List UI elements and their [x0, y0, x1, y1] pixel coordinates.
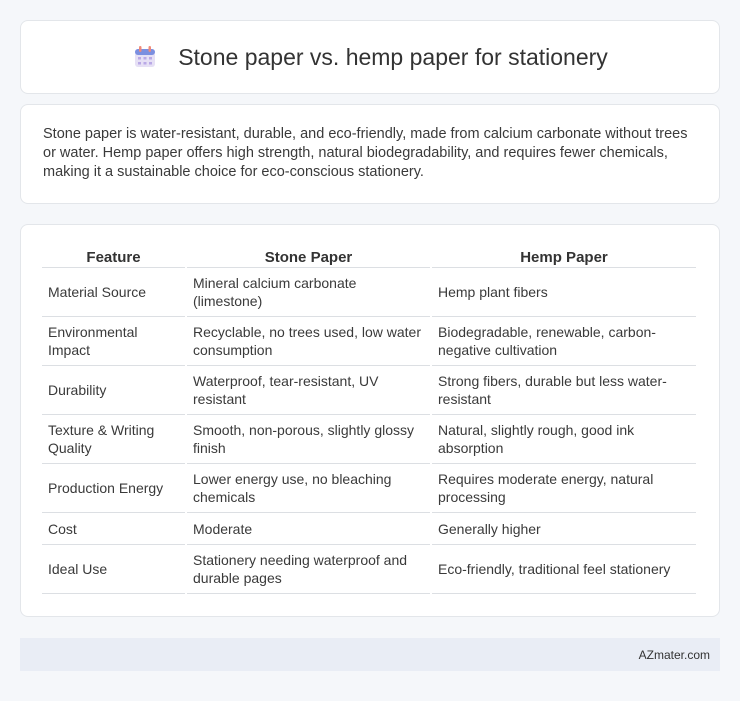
- table-cell-hemp: Generally higher: [432, 513, 696, 545]
- table-cell-feature: Cost: [42, 513, 185, 545]
- footer: AZmater.com: [20, 638, 720, 671]
- column-header-feature: Feature: [42, 245, 185, 268]
- table-cell-hemp: Strong fibers, durable but less water-re…: [432, 366, 696, 415]
- table-cell-stone: Lower energy use, no bleaching chemicals: [187, 464, 430, 513]
- table-cell-feature: Durability: [42, 366, 185, 415]
- calendar-icon: [132, 44, 158, 70]
- table-row: Material Source Mineral calcium carbonat…: [42, 268, 696, 317]
- table-header-row: Feature Stone Paper Hemp Paper: [42, 245, 696, 268]
- table-cell-feature: Texture & Writing Quality: [42, 415, 185, 464]
- summary-card: Stone paper is water-resistant, durable,…: [20, 104, 720, 204]
- comparison-table-card: Feature Stone Paper Hemp Paper Material …: [20, 224, 720, 617]
- table-row: Ideal Use Stationery needing waterproof …: [42, 545, 696, 594]
- table-cell-hemp: Hemp plant fibers: [432, 268, 696, 317]
- table-cell-hemp: Eco-friendly, traditional feel stationer…: [432, 545, 696, 594]
- table-cell-stone: Stationery needing waterproof and durabl…: [187, 545, 430, 594]
- comparison-table: Feature Stone Paper Hemp Paper Material …: [40, 245, 698, 594]
- table-cell-hemp: Requires moderate energy, natural proces…: [432, 464, 696, 513]
- table-row: Environmental Impact Recyclable, no tree…: [42, 317, 696, 366]
- table-cell-feature: Production Energy: [42, 464, 185, 513]
- table-cell-hemp: Biodegradable, renewable, carbon-negativ…: [432, 317, 696, 366]
- table-row: Durability Waterproof, tear-resistant, U…: [42, 366, 696, 415]
- table-row: Cost Moderate Generally higher: [42, 513, 696, 545]
- table-cell-hemp: Natural, slightly rough, good ink absorp…: [432, 415, 696, 464]
- table-row: Texture & Writing Quality Smooth, non-po…: [42, 415, 696, 464]
- page-title: Stone paper vs. hemp paper for stationer…: [178, 43, 608, 70]
- footer-brand[interactable]: AZmater.com: [639, 648, 710, 662]
- table-cell-stone: Waterproof, tear-resistant, UV resistant: [187, 366, 430, 415]
- table-cell-stone: Recyclable, no trees used, low water con…: [187, 317, 430, 366]
- column-header-stone-paper: Stone Paper: [187, 245, 430, 268]
- table-cell-stone: Smooth, non-porous, slightly glossy fini…: [187, 415, 430, 464]
- table-cell-stone: Mineral calcium carbonate (limestone): [187, 268, 430, 317]
- summary-text: Stone paper is water-resistant, durable,…: [43, 126, 688, 180]
- table-row: Production Energy Lower energy use, no b…: [42, 464, 696, 513]
- table-cell-feature: Environmental Impact: [42, 317, 185, 366]
- column-header-hemp-paper: Hemp Paper: [432, 245, 696, 268]
- table-cell-feature: Material Source: [42, 268, 185, 317]
- title-card: Stone paper vs. hemp paper for stationer…: [20, 20, 720, 94]
- table-cell-stone: Moderate: [187, 513, 430, 545]
- table-cell-feature: Ideal Use: [42, 545, 185, 594]
